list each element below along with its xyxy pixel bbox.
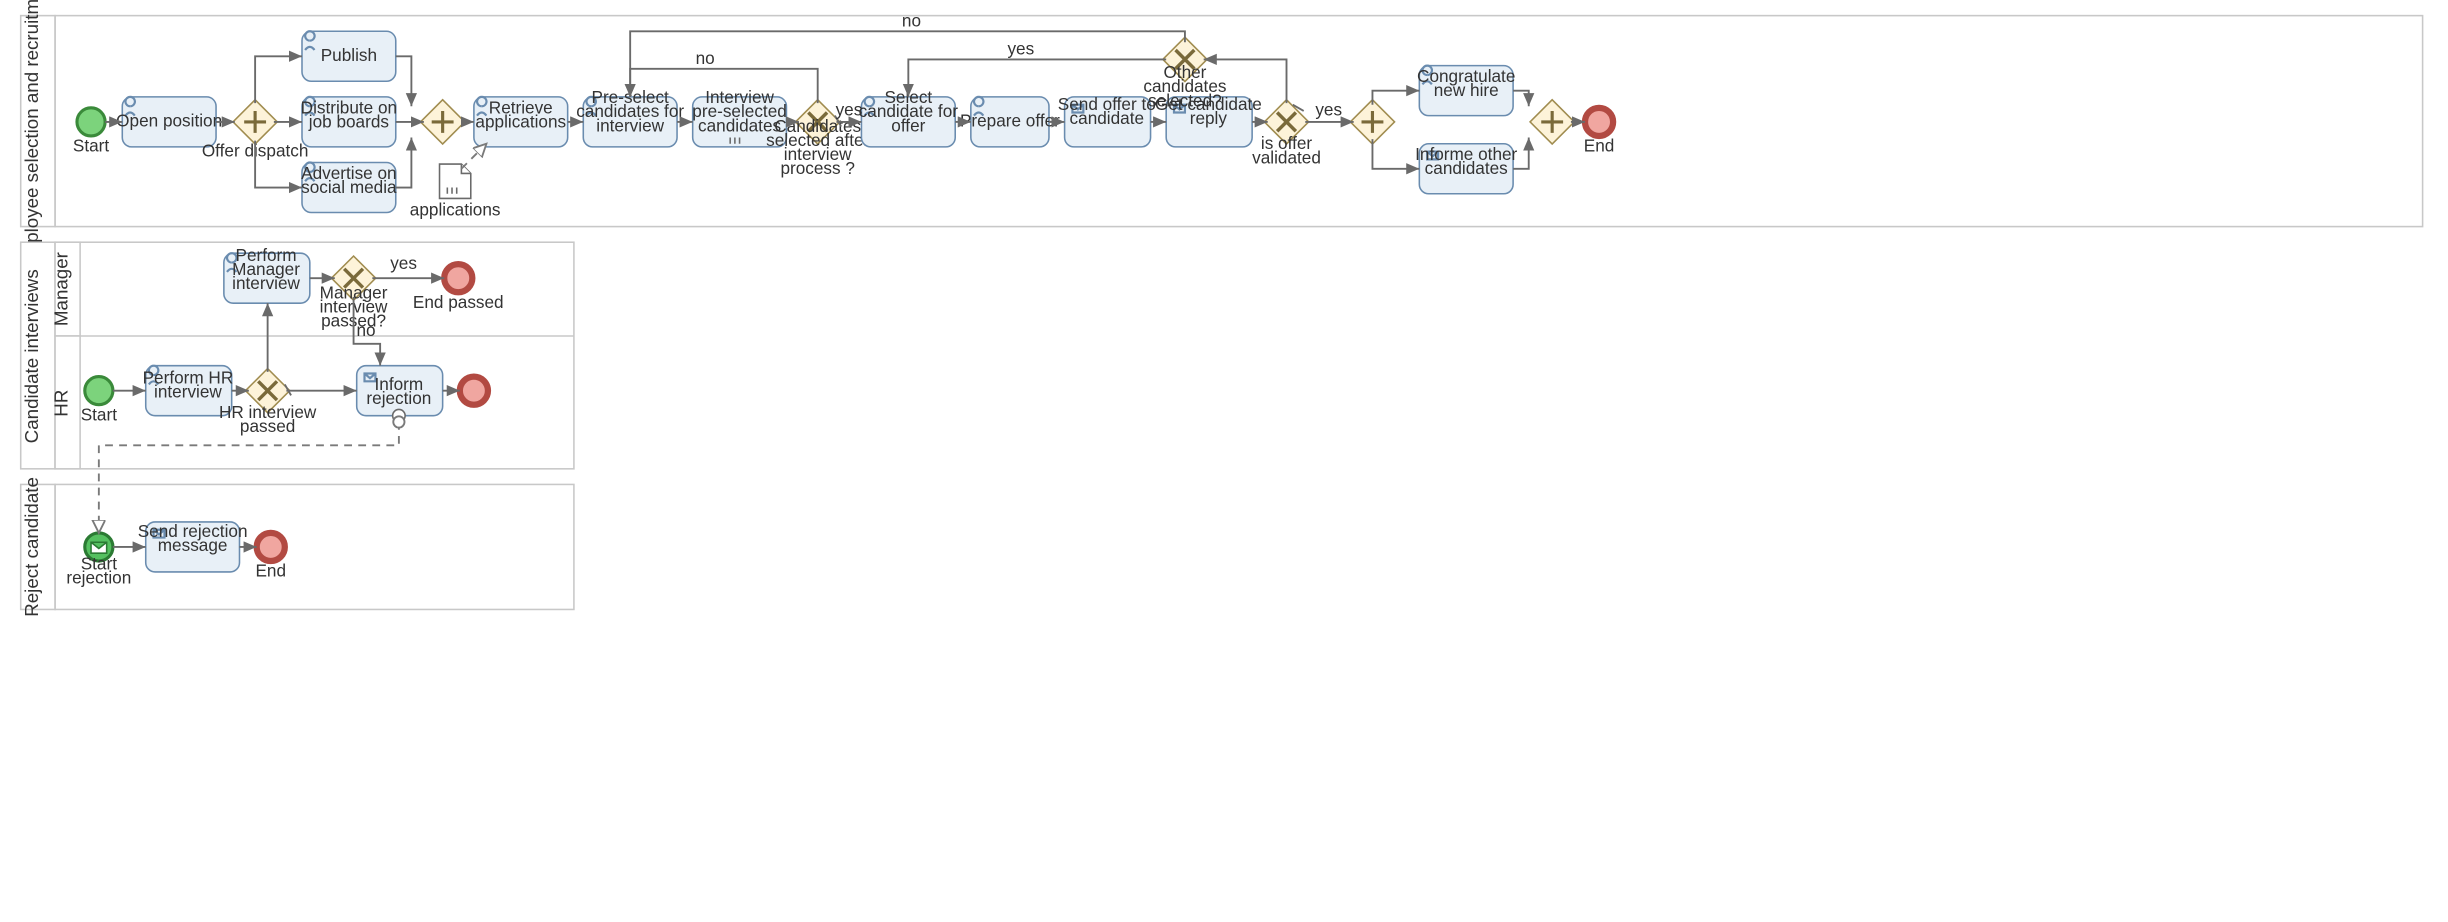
pool3-title: Reject candidate xyxy=(21,477,42,617)
task-inform-rejection[interactable]: Informrejection xyxy=(357,366,443,422)
task-publish[interactable]: Publish xyxy=(302,31,396,81)
end-event-hr[interactable] xyxy=(460,377,488,405)
gateway-offer-validated[interactable]: is offervalidated xyxy=(1252,100,1321,168)
svg-text:Candidatesselected afterinterv: Candidatesselected afterinterviewprocess… xyxy=(766,116,869,178)
pool-title: Employee selection and recruitment xyxy=(21,0,42,271)
gateway-parallel-join-1[interactable] xyxy=(421,100,465,144)
task-prepare-offer[interactable]: Prepare offer xyxy=(960,97,1060,147)
lane-manager: Manager xyxy=(51,252,72,326)
end-event-p3[interactable]: End xyxy=(255,533,286,581)
svg-text:Start: Start xyxy=(73,136,109,156)
start-event-p2[interactable]: Start xyxy=(81,377,117,425)
svg-text:yes: yes xyxy=(836,100,863,120)
svg-text:Startrejection: Startrejection xyxy=(66,554,131,588)
pool2-title: Candidate interviews xyxy=(21,269,42,443)
svg-text:HR interviewpassed: HR interviewpassed xyxy=(219,402,317,436)
svg-text:yes: yes xyxy=(1007,39,1034,59)
start-event[interactable]: Start xyxy=(73,108,109,156)
svg-text:yes: yes xyxy=(1315,100,1342,120)
svg-text:End passed: End passed xyxy=(413,292,504,312)
svg-text:Advertise onsocial media: Advertise onsocial media xyxy=(301,163,397,197)
svg-text:no: no xyxy=(696,48,715,68)
end-event-p1[interactable]: End xyxy=(1584,108,1615,156)
bpmn-diagram: Employee selection and recruitment Start… xyxy=(0,0,2448,922)
task-congratulate[interactable]: Congratulatenew hire xyxy=(1417,66,1515,116)
svg-text:yes: yes xyxy=(390,253,417,273)
task-inform-other[interactable]: Informe othercandidates xyxy=(1415,144,1517,194)
task-perform-manager[interactable]: PerformManagerinterview xyxy=(224,245,310,303)
svg-text:Perform HRinterview: Perform HRinterview xyxy=(143,368,234,402)
svg-text:Othercandidatesselected?: Othercandidatesselected? xyxy=(1143,62,1226,110)
task-send-rejection[interactable]: Send rejectionmessage xyxy=(138,521,248,572)
task-retrieve[interactable]: Retrieveapplications xyxy=(474,97,568,147)
svg-text:is offervalidated: is offervalidated xyxy=(1252,133,1321,167)
svg-text:Retrieveapplications: Retrieveapplications xyxy=(475,97,566,131)
svg-text:PerformManagerinterview: PerformManagerinterview xyxy=(232,245,300,293)
task-distribute[interactable]: Distribute onjob boards xyxy=(301,97,397,147)
svg-text:Distribute onjob boards: Distribute onjob boards xyxy=(301,97,397,131)
svg-text:End: End xyxy=(255,561,286,581)
gateway-other-candidates[interactable]: Othercandidatesselected? xyxy=(1143,37,1226,110)
svg-text:Publish: Publish xyxy=(321,45,377,65)
svg-text:Informrejection: Informrejection xyxy=(366,374,431,408)
svg-text:no: no xyxy=(357,320,376,340)
svg-text:applications: applications xyxy=(410,200,501,220)
gateway-parallel-split-2[interactable] xyxy=(1350,100,1394,144)
svg-text:Informe othercandidates: Informe othercandidates xyxy=(1415,144,1517,178)
task-send-offer[interactable]: Send offer tocandidate xyxy=(1058,94,1156,147)
lane-hr: HR xyxy=(51,390,72,417)
task-advertise[interactable]: Advertise onsocial media xyxy=(301,163,397,213)
svg-text:Start: Start xyxy=(81,404,117,424)
gateway-hr-passed[interactable]: HR interviewpassed xyxy=(219,369,317,437)
data-applications[interactable]: applications xyxy=(410,164,501,220)
svg-text:no: no xyxy=(902,11,921,31)
svg-text:Open position: Open position xyxy=(116,111,222,131)
svg-text:Prepare offer: Prepare offer xyxy=(960,111,1060,131)
svg-text:Send offer tocandidate: Send offer tocandidate xyxy=(1058,94,1156,128)
svg-text:Interviewpre-selectedcandidate: Interviewpre-selectedcandidates xyxy=(692,87,787,135)
start-event-rejection[interactable]: Startrejection xyxy=(66,533,131,588)
end-event-passed[interactable]: End passed xyxy=(413,264,504,312)
svg-text:End: End xyxy=(1584,136,1615,156)
gateway-parallel-join-2[interactable] xyxy=(1530,100,1574,144)
